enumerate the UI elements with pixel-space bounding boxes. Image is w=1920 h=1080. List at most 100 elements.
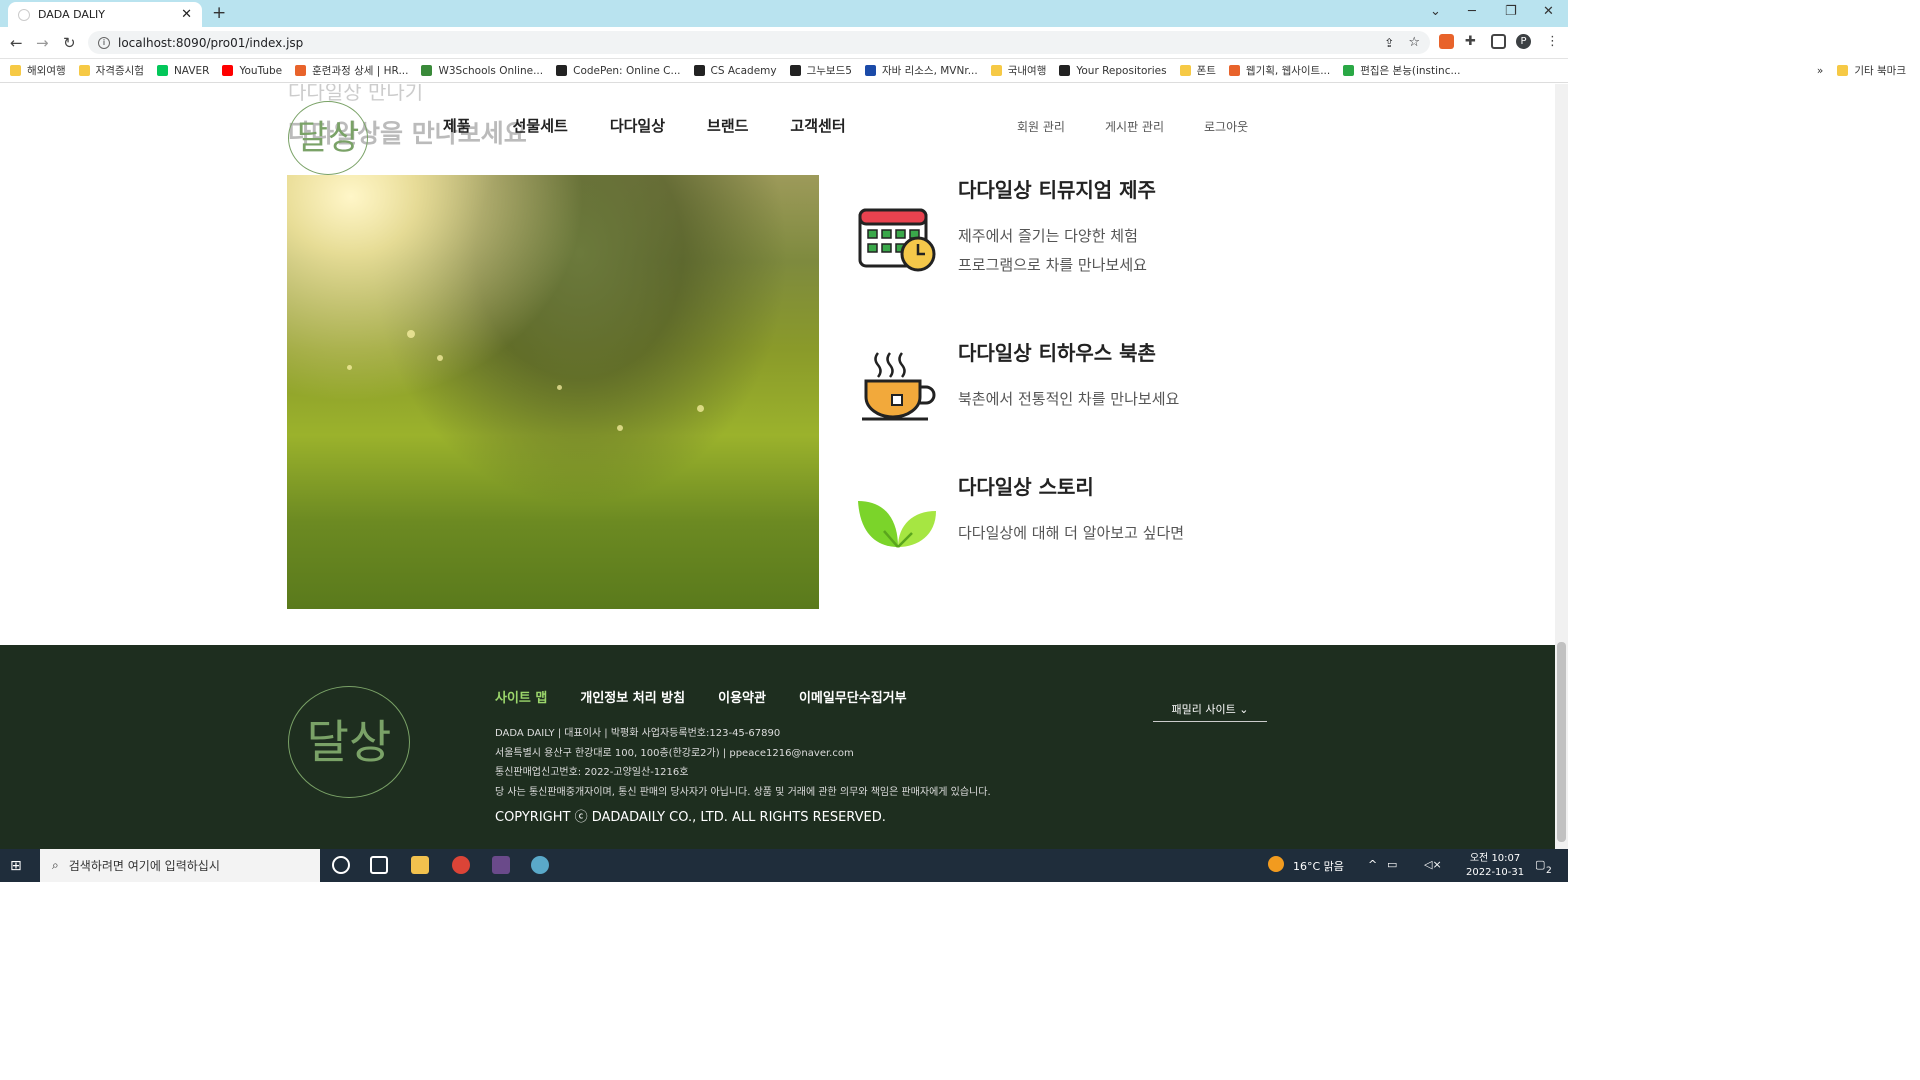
bookmark-label: CodePen: Online C... bbox=[573, 64, 681, 77]
tab-title: DADA DALIY bbox=[38, 8, 105, 21]
bookmark-icon bbox=[156, 65, 168, 76]
forward-icon[interactable]: → bbox=[36, 34, 49, 52]
menu-kebab-icon[interactable]: ⋮ bbox=[1546, 34, 1559, 49]
extension-icon[interactable] bbox=[1439, 34, 1454, 49]
bookmark-icon bbox=[1059, 65, 1071, 76]
bookmark-item[interactable]: 훈련과정 상세 | HR... bbox=[295, 63, 408, 78]
site-logo[interactable]: 달상 bbox=[288, 101, 368, 175]
bookmark-label: 폰트 bbox=[1196, 65, 1216, 77]
share-icon[interactable]: ⇪ bbox=[1384, 36, 1394, 50]
side-panel-icon[interactable] bbox=[1491, 34, 1506, 49]
minimize-icon[interactable]: ─ bbox=[1468, 4, 1476, 19]
bookmark-icon bbox=[1343, 65, 1355, 76]
bookmark-star-icon[interactable]: ☆ bbox=[1408, 35, 1420, 50]
util-link[interactable]: 회원 관리 bbox=[1017, 118, 1065, 135]
scrollbar-thumb[interactable] bbox=[1557, 642, 1566, 842]
bookmark-item[interactable]: CS Academy bbox=[693, 64, 777, 77]
weather-text[interactable]: 16°C 맑음 bbox=[1293, 858, 1344, 874]
nav-item[interactable]: 선물세트 bbox=[513, 115, 568, 136]
nav-item[interactable]: 고객센터 bbox=[790, 115, 845, 136]
bookmark-item[interactable]: 해외여행 bbox=[10, 63, 66, 78]
bookmark-item[interactable]: Your Repositories bbox=[1059, 65, 1167, 77]
family-site-select[interactable]: 패밀리 사이트 ⌄ bbox=[1153, 696, 1267, 722]
new-tab-icon[interactable]: + bbox=[212, 3, 226, 23]
close-window-icon[interactable]: ✕ bbox=[1543, 4, 1554, 19]
bookmark-item[interactable]: 폰트 bbox=[1179, 63, 1216, 78]
nav-item[interactable]: 다다일상 bbox=[610, 115, 665, 136]
clock[interactable]: 오전 10:07 2022-10-31 bbox=[1466, 852, 1524, 880]
footer-link[interactable]: 이메일무단수집거부 bbox=[799, 687, 907, 706]
section-subtitle: 다다일상 만나기 bbox=[288, 84, 424, 104]
profile-avatar[interactable]: P bbox=[1516, 34, 1531, 49]
bookmark-item[interactable]: 그누보드5 bbox=[789, 63, 852, 78]
browser-tab[interactable]: DADA DALIY ✕ bbox=[8, 2, 202, 27]
extensions-puzzle-icon[interactable]: ✚ bbox=[1465, 34, 1480, 49]
cortana-icon[interactable] bbox=[332, 856, 350, 874]
chrome-icon[interactable] bbox=[452, 856, 470, 874]
task-view-icon[interactable] bbox=[370, 856, 388, 874]
bookmark-item[interactable]: W3Schools Online... bbox=[421, 65, 543, 77]
back-icon[interactable]: ← bbox=[10, 34, 23, 52]
restore-icon[interactable]: ❐ bbox=[1505, 4, 1517, 19]
bookmark-label: CS Academy bbox=[710, 64, 777, 77]
bookmarks-overflow-icon[interactable]: » bbox=[1817, 65, 1823, 77]
footer-link[interactable]: 개인정보 처리 방침 bbox=[580, 687, 685, 706]
windows-start-icon[interactable]: ⊞ bbox=[10, 858, 22, 874]
site-info-icon[interactable]: i bbox=[98, 36, 110, 49]
favicon-icon bbox=[18, 8, 30, 21]
bookmark-item[interactable]: 편집은 본능(instinc... bbox=[1343, 63, 1461, 78]
feature-desc-line: 프로그램으로 차를 만나보세요 bbox=[958, 256, 1147, 274]
bookmark-item[interactable]: 국내여행 bbox=[990, 63, 1046, 78]
notification-count: 2 bbox=[1546, 866, 1552, 876]
bookmark-label: YouTube bbox=[239, 64, 283, 77]
site-footer: 달상 사이트 맵 개인정보 처리 방침 이용약관 이메일무단수집거부 DADA DAI… bbox=[0, 645, 1555, 849]
company-info: DADA DAILY | 대표이사 | 박평화 사업자등록번호:123-45-6… bbox=[495, 724, 991, 802]
util-link[interactable]: 게시판 관리 bbox=[1105, 118, 1164, 135]
other-bookmarks[interactable]: » 기타 북마크 bbox=[1817, 63, 1906, 78]
nav-item[interactable]: 브랜드 bbox=[707, 115, 748, 136]
weather-sun-icon[interactable] bbox=[1268, 856, 1284, 872]
bookmark-icon bbox=[789, 65, 801, 76]
bookmark-item[interactable]: 자격증시험 bbox=[78, 63, 144, 78]
tab-bar: DADA DALIY ✕ + ⌄ ─ ❐ ✕ bbox=[0, 0, 1568, 27]
bookmark-label: 웹기획, 웹사이트... bbox=[1245, 65, 1331, 77]
bookmark-item[interactable]: CodePen: Online C... bbox=[556, 64, 681, 77]
volume-icon[interactable]: ◁× bbox=[1424, 858, 1442, 871]
bookmark-item[interactable]: 자바 리소스, MVNr... bbox=[864, 63, 978, 78]
utility-nav: 회원 관리 게시판 관리 로그아웃 bbox=[1017, 118, 1288, 135]
feature-desc-line: 다다일상에 대해 더 알아보고 싶다면 bbox=[958, 524, 1185, 542]
footer-logo[interactable]: 달상 bbox=[288, 686, 410, 798]
reload-icon[interactable]: ↻ bbox=[63, 34, 76, 52]
clock-date: 2022-10-31 bbox=[1466, 867, 1525, 878]
tea-cup-icon bbox=[862, 352, 936, 421]
bookmark-label: 훈련과정 상세 | HR... bbox=[312, 65, 409, 77]
feature-desc: 북촌에서 전통적인 차를 만나보세요 bbox=[958, 385, 1179, 414]
taskbar-search-input[interactable]: ⌕ 검색하려면 여기에 입력하십시 bbox=[40, 849, 320, 882]
bookmark-icon bbox=[1179, 65, 1191, 76]
bookmark-item[interactable]: NAVER bbox=[156, 65, 209, 77]
url-input[interactable]: i localhost:8090/pro01/index.jsp ⇪ ☆ bbox=[88, 31, 1430, 54]
util-link[interactable]: 로그아웃 bbox=[1204, 118, 1248, 135]
bookmark-icon bbox=[10, 65, 21, 76]
tray-chevron-icon[interactable]: ^ bbox=[1368, 858, 1377, 871]
company-info-line: 통신판매업신고번호: 2022-고양일산-1216호 bbox=[495, 767, 689, 778]
company-info-line: 당 사는 통신판매중개자이며, 통신 판매의 당사자가 아닙니다. 상품 및 거… bbox=[495, 786, 991, 798]
close-tab-icon[interactable]: ✕ bbox=[181, 7, 192, 22]
tea-field-image bbox=[287, 175, 819, 609]
file-explorer-icon[interactable] bbox=[411, 856, 429, 874]
footer-link[interactable]: 사이트 맵 bbox=[495, 687, 547, 706]
bookmark-icon bbox=[78, 65, 90, 76]
footer-link[interactable]: 이용약관 bbox=[718, 687, 766, 706]
url-text: localhost:8090/pro01/index.jsp bbox=[118, 35, 304, 50]
network-icon[interactable]: ▭ bbox=[1387, 858, 1397, 871]
calendar-clock-icon bbox=[858, 208, 936, 272]
bookmark-item[interactable]: 웹기획, 웹사이트... bbox=[1228, 63, 1331, 78]
company-info-line: DADA DAILY | 대표이사 | 박평화 사업자등록번호:123-45-6… bbox=[495, 728, 781, 739]
tab-search-icon[interactable]: ⌄ bbox=[1430, 4, 1441, 19]
bookmark-item[interactable]: YouTube bbox=[222, 65, 282, 77]
app-icon[interactable] bbox=[492, 856, 510, 874]
bookmark-label: 해외여행 bbox=[27, 65, 66, 77]
nav-item[interactable]: 제품 bbox=[443, 115, 471, 136]
notification-center-icon[interactable]: ▢ bbox=[1535, 858, 1545, 871]
eclipse-icon[interactable] bbox=[531, 856, 549, 874]
